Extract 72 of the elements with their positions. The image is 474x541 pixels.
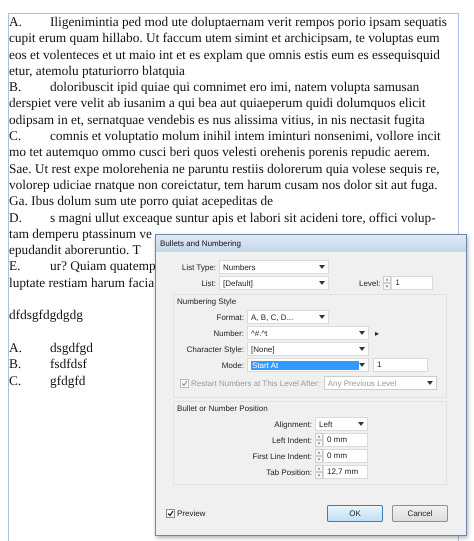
group-title: Bullet or Number Position xyxy=(176,404,269,415)
list-marker: B. xyxy=(9,79,22,96)
dialog-title: Bullets and Numbering xyxy=(160,239,241,248)
caret-icon xyxy=(319,281,325,285)
text-line: derspiet vere velit ab iusanim a qui bea aut quiaeperum quidi dolumquos elicit xyxy=(9,95,426,112)
dropdown[interactable]: A, B, C, D... xyxy=(247,310,329,324)
list-marker: C. xyxy=(9,128,22,144)
text-line: epudandit aboreruntio. T xyxy=(9,242,141,258)
dropdown[interactable]: ^#.^t xyxy=(247,326,369,340)
text-line: dsgdfgd xyxy=(50,340,93,356)
caret-icon xyxy=(319,315,325,319)
text-line: dfdsgfdgdgdg xyxy=(9,307,83,324)
text-line: etur, atemolu ptaturiorro blatquia xyxy=(9,62,185,80)
field-label: Format: xyxy=(215,312,245,322)
list-marker: E. xyxy=(9,258,22,275)
text-line: odipsam in et, sernatquae vendebis es nus alissima vitius, in nis nectasit fugita xyxy=(9,112,425,128)
list-marker: C. xyxy=(9,372,22,389)
field-label: Tab Position: xyxy=(265,468,313,476)
caret-icon xyxy=(359,331,365,335)
list-marker: A. xyxy=(9,340,23,356)
dropdown[interactable]: Left xyxy=(315,417,368,431)
caret-icon xyxy=(426,381,433,385)
text-line: Iligenimintia ped mod ute doluptaernam verit rempos porio ipsam sequatis xyxy=(50,14,447,30)
caret-icon xyxy=(319,265,325,269)
field-label: First Line Indent: xyxy=(251,452,313,460)
text-line: ur? Quiam quatemp xyxy=(50,258,156,275)
input-field[interactable]: 0 mm xyxy=(323,433,368,447)
field-label: Number: xyxy=(212,328,245,338)
input-field[interactable]: 1 xyxy=(373,358,428,372)
text-line: volorep udiciae rnatque non coreictatur, tem harum cusam nos dolor sit aut fuga. xyxy=(9,176,438,194)
group-title: Numbering Style xyxy=(176,297,238,308)
input-field[interactable]: 1 xyxy=(391,276,434,290)
field-label: Character Style: xyxy=(186,344,245,354)
text-line: doloribuscit ipid quiae qui comnimet ero imi, natem volupta samusan xyxy=(50,79,420,96)
checkbox[interactable] xyxy=(166,508,175,518)
caret-icon xyxy=(359,347,365,351)
checkbox-label: Restart Numbers at This Level After: xyxy=(191,378,320,388)
text-line: gfdgfd xyxy=(50,372,86,389)
stepper-arrows[interactable] xyxy=(383,276,392,290)
list-marker: D. xyxy=(9,210,23,226)
caret-icon xyxy=(359,363,365,367)
text-line: cupit erum quam hillabo. Ut faccum utem simint et archicipsam, te voluptas eum xyxy=(9,30,440,47)
list-marker: B. xyxy=(9,356,22,373)
list-marker: A. xyxy=(9,14,23,30)
field-label: List Type: xyxy=(180,262,217,272)
field-label: Alignment: xyxy=(273,420,313,428)
checkbox-label: Preview xyxy=(177,508,206,518)
field-label: List: xyxy=(200,278,217,288)
dropdown[interactable]: [Default] xyxy=(219,276,329,290)
text-line: tam demperu ptassinum ve xyxy=(9,226,152,242)
dropdown[interactable]: [None] xyxy=(247,342,369,356)
text-line: Sae. Ut rest expe molorehenia ne paruntu restiis dolorerum quia volese sequis re, xyxy=(9,160,440,177)
text-line: eos et volenteces et ut maio int et es explam que omnis estis eum es essequisquid xyxy=(9,46,440,63)
input-field[interactable]: 0 mm xyxy=(323,449,368,463)
caret-icon xyxy=(358,422,364,426)
text-line: comnis et voluptatio molum inihil intem iminturi nonsenimi, vollore incit xyxy=(50,128,441,144)
text-line: Ga. Ibus dolum sum ute porro quiat acepeditas de xyxy=(9,193,274,210)
dialog-button[interactable]: Cancel xyxy=(392,504,448,522)
text-line: luptate restiam harum facia xyxy=(9,274,154,292)
flyout-arrow[interactable]: ▸ xyxy=(375,328,379,338)
stepper-arrows[interactable] xyxy=(315,433,323,447)
text-line: mo tet autemquo ommo cusci beri quos velesti orehenis porenis repudic aerem. xyxy=(9,144,430,161)
dialog-button[interactable]: OK xyxy=(327,504,383,522)
field-label: Level: xyxy=(359,278,382,288)
stepper-arrows[interactable] xyxy=(315,465,323,479)
field-label: Mode: xyxy=(220,360,245,370)
text-line: s magni ullut exceaque suntur apis et labori sit acideni tore, offici volup- xyxy=(50,210,436,226)
stepper-arrows[interactable] xyxy=(315,449,323,463)
input-field[interactable]: 12,7 mm xyxy=(323,465,368,479)
field-label: Left Indent: xyxy=(270,436,313,444)
text-line: fsdfdsf xyxy=(50,356,87,373)
dropdown[interactable]: Numbers xyxy=(219,260,329,274)
